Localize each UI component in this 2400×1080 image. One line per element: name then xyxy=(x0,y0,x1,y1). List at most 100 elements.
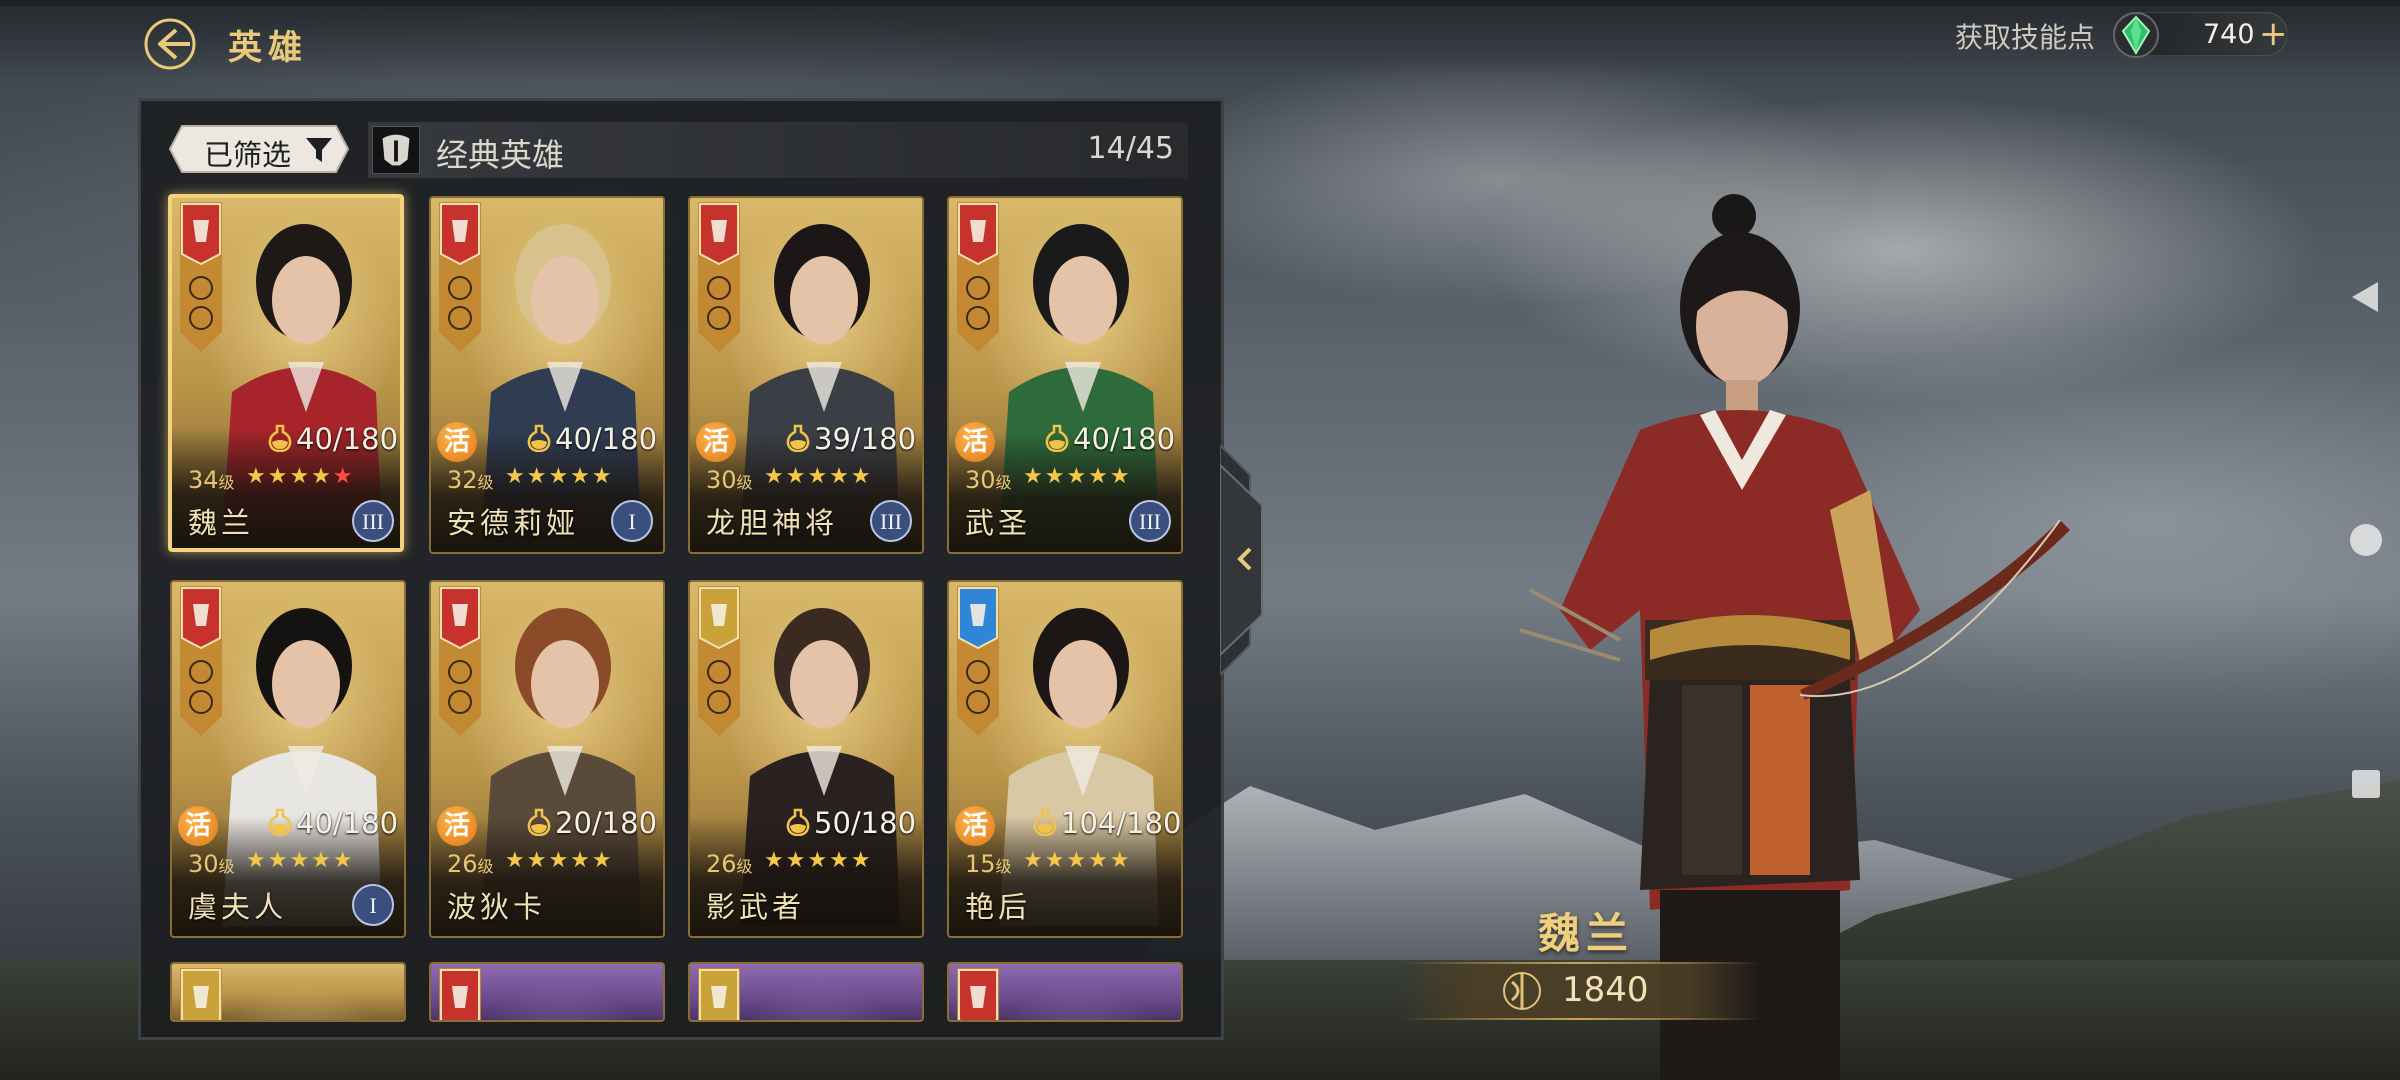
gold-stars: ★★★★★ xyxy=(505,464,614,489)
fragment-value: 50/180 xyxy=(814,806,917,840)
faction-banner-icon xyxy=(698,586,740,736)
bow-power-icon xyxy=(1503,972,1541,1010)
faction-banner-icon xyxy=(957,202,999,352)
hero-name: 波狄卡 xyxy=(447,890,547,924)
fragment-count: 40/180 xyxy=(268,422,398,456)
level-number: 30 xyxy=(965,466,996,494)
power-bar-bottom-line xyxy=(1400,1018,1760,1020)
hero-card[interactable]: 活 40/180 32级 ★★★★★ 安德莉娅 I xyxy=(429,196,665,554)
hero-card-partial[interactable] xyxy=(429,962,665,1022)
hero-name: 武圣 xyxy=(965,506,1032,540)
star-rating: ★★★★★ xyxy=(1023,848,1132,873)
hero-name: 艳后 xyxy=(965,890,1032,924)
system-back-icon[interactable] xyxy=(2350,280,2380,314)
level-unit: 级 xyxy=(736,473,753,492)
faction-banner-icon xyxy=(698,202,740,352)
fragment-flask-icon xyxy=(786,424,810,452)
svg-text:III: III xyxy=(362,509,384,534)
tier-badge-icon: I xyxy=(352,884,394,926)
collapse-panel-tab[interactable] xyxy=(1220,445,1278,675)
tier-badge-icon: III xyxy=(870,500,912,542)
level-number: 34 xyxy=(188,466,219,494)
tier-badge-icon: III xyxy=(1129,500,1171,542)
hero-level: 34级 xyxy=(188,466,235,494)
level-number: 30 xyxy=(188,850,219,878)
fragment-count: 104/180 xyxy=(1033,806,1181,840)
hero-count: 14/45 xyxy=(1087,131,1174,166)
fragment-count: 40/180 xyxy=(268,806,398,840)
level-unit: 级 xyxy=(736,857,753,876)
hero-card[interactable]: 40/180 34级 ★★★★★ 魏兰 III xyxy=(168,194,404,552)
faction-banner-icon xyxy=(698,968,740,1020)
hero-card-partial[interactable] xyxy=(170,962,406,1022)
level-number: 26 xyxy=(447,850,478,878)
gold-stars: ★★★★★ xyxy=(764,848,873,873)
fragment-flask-icon xyxy=(527,808,551,836)
faction-banner-icon xyxy=(439,586,481,736)
category-bar: 经典英雄 14/45 xyxy=(368,122,1188,178)
faction-banner-icon xyxy=(180,968,222,1020)
gold-stars: ★★★★★ xyxy=(1023,848,1132,873)
level-unit: 级 xyxy=(477,473,494,492)
fragment-flask-icon xyxy=(268,808,292,836)
tier-badge-icon: I xyxy=(611,500,653,542)
fragment-count: 40/180 xyxy=(527,422,657,456)
active-badge: 活 xyxy=(955,422,995,462)
level-unit: 级 xyxy=(995,473,1012,492)
hero-name: 龙胆神将 xyxy=(706,506,839,540)
hero-name: 安德莉娅 xyxy=(447,506,580,540)
skill-points-label: 获取技能点 xyxy=(1955,21,2096,54)
system-recents-icon[interactable] xyxy=(2352,770,2380,798)
faction-banner-icon xyxy=(439,202,481,352)
star-rating: ★★★★★ xyxy=(764,848,873,873)
gold-stars: ★★★★★ xyxy=(246,848,355,873)
fragment-value: 104/180 xyxy=(1061,806,1182,840)
faction-banner-icon xyxy=(957,968,999,1020)
filter-button[interactable]: 已筛选 xyxy=(168,124,350,174)
back-arrow-icon[interactable] xyxy=(140,16,196,72)
fragment-flask-icon xyxy=(786,808,810,836)
hero-name: 虞夫人 xyxy=(188,890,288,924)
level-unit: 级 xyxy=(218,473,235,492)
hero-card[interactable]: 活 104/180 15级 ★★★★★ 艳后 xyxy=(947,580,1183,938)
hero-card[interactable]: 活 40/180 30级 ★★★★★ 虞夫人 I xyxy=(170,580,406,938)
fragment-flask-icon xyxy=(1033,808,1057,836)
level-unit: 级 xyxy=(995,857,1012,876)
svg-text:I: I xyxy=(628,509,635,534)
svg-text:III: III xyxy=(880,509,902,534)
svg-text:III: III xyxy=(1139,509,1161,534)
hero-level: 30级 xyxy=(706,466,753,494)
level-unit: 级 xyxy=(477,857,494,876)
hero-name: 影武者 xyxy=(706,890,806,924)
hero-card[interactable]: 50/180 26级 ★★★★★ 影武者 xyxy=(688,580,924,938)
hero-power-bar: 1840 xyxy=(1400,962,1760,1020)
fragment-count: 50/180 xyxy=(786,806,916,840)
skill-points-box[interactable]: 740 + xyxy=(2113,12,2288,58)
fragment-value: 40/180 xyxy=(296,806,399,840)
fragment-value: 39/180 xyxy=(814,422,917,456)
hero-card-partial[interactable] xyxy=(688,962,924,1022)
red-stars: ★ xyxy=(332,464,355,489)
star-rating: ★★★★★ xyxy=(505,464,614,489)
active-badge: 活 xyxy=(696,422,736,462)
tier-badge-icon: III xyxy=(352,500,394,542)
hero-card[interactable]: 活 20/180 26级 ★★★★★ 波狄卡 xyxy=(429,580,665,938)
level-number: 32 xyxy=(447,466,478,494)
page-title: 英雄 xyxy=(228,28,308,68)
fragment-flask-icon xyxy=(1045,424,1069,452)
hero-power-value: 1840 xyxy=(1562,970,1649,1010)
faction-banner-icon xyxy=(180,202,222,352)
add-skill-points-button[interactable]: + xyxy=(2259,17,2288,51)
helmet-icon[interactable] xyxy=(372,126,420,174)
system-home-icon[interactable] xyxy=(2350,524,2382,556)
hero-card[interactable]: 活 40/180 30级 ★★★★★ 武圣 III xyxy=(947,196,1183,554)
gold-stars: ★★★★★ xyxy=(764,464,873,489)
hero-level: 30级 xyxy=(188,850,235,878)
faction-banner-icon xyxy=(439,968,481,1020)
hero-level: 15级 xyxy=(965,850,1012,878)
level-number: 30 xyxy=(706,466,737,494)
hero-card[interactable]: 活 39/180 30级 ★★★★★ 龙胆神将 III xyxy=(688,196,924,554)
hero-card-partial[interactable] xyxy=(947,962,1183,1022)
hero-level: 30级 xyxy=(965,466,1012,494)
star-rating: ★★★★★ xyxy=(246,464,355,489)
